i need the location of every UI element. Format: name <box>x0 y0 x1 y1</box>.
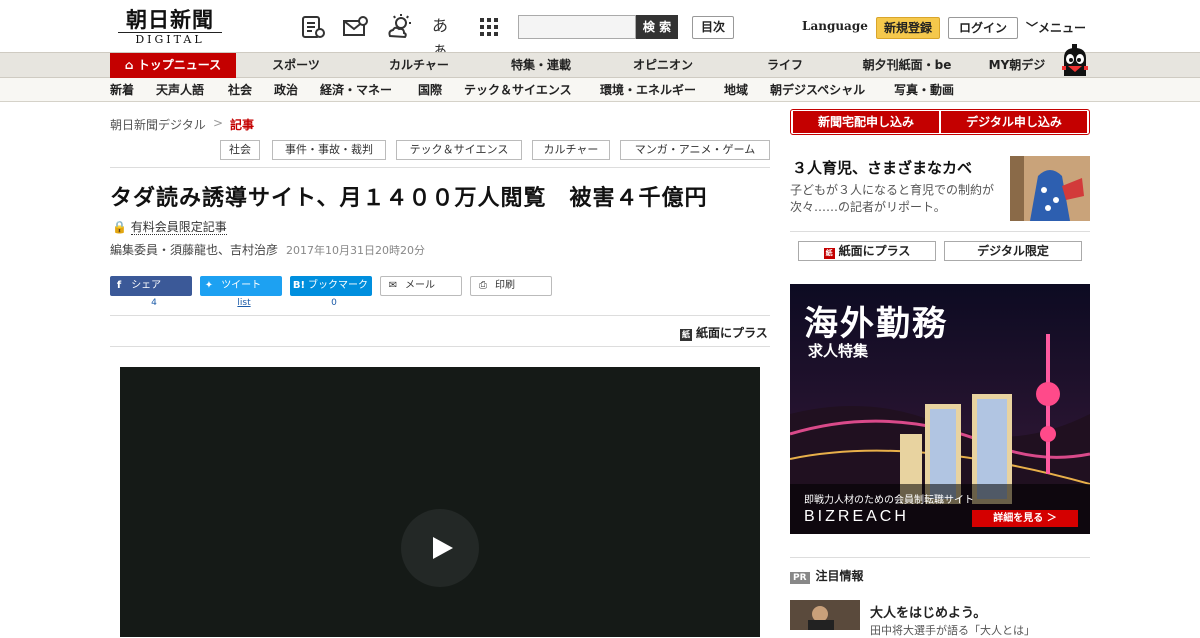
pr-subheadline: 田中将大選手が語る「大人とは」 <box>870 624 1035 637</box>
nav-opinion[interactable]: オピニオン <box>620 53 706 78</box>
newspaper-icon: 紙 <box>680 329 692 341</box>
subnav-politics[interactable]: 政治 <box>274 78 298 102</box>
tag-manga[interactable]: マンガ・アニメ・ゲーム <box>620 140 770 160</box>
newspaper-subscribe-button[interactable]: 新聞宅配申し込み <box>793 111 939 133</box>
authors: 編集委員・須藤龍也、吉村治彦 <box>110 243 279 257</box>
pr-section-title: PR 注目情報 <box>790 567 864 584</box>
language-link[interactable]: Language <box>802 19 868 33</box>
login-button[interactable]: ログイン <box>948 17 1018 39</box>
facebook-share-button[interactable]: f シェア <box>110 276 192 296</box>
divider <box>790 231 1090 232</box>
feature-image[interactable] <box>1010 156 1090 221</box>
main-nav: ⌂ トップニュース スポーツ カルチャー 特集・連載 オピニオン ライフ 朝夕刊… <box>0 52 1200 78</box>
register-button[interactable]: 新規登録 <box>876 17 940 39</box>
ad-tagline: 即戦力人材のための会員制転職サイト <box>804 495 974 506</box>
publish-date: 2017年10月31日20時20分 <box>286 244 425 257</box>
nav-my-asadigi[interactable]: MY朝デジ <box>982 53 1052 78</box>
contents-button[interactable]: 目次 <box>692 16 734 39</box>
divider <box>790 557 1090 558</box>
tag-society[interactable]: 社会 <box>220 140 260 160</box>
home-icon: ⌂ <box>124 58 138 72</box>
search-input[interactable] <box>518 15 636 39</box>
subnav-region[interactable]: 地域 <box>724 78 748 102</box>
feature-title[interactable]: ３人育児、さまざまなカベ <box>792 157 972 178</box>
hatena-bookmark-button[interactable]: B! ブックマーク <box>290 276 372 296</box>
asahi-logo[interactable]: 朝日新聞 DIGITAL <box>110 8 230 48</box>
print-plus-button[interactable]: 紙紙面にプラス <box>798 241 936 261</box>
video-player[interactable] <box>120 367 760 637</box>
digital-subscribe-button[interactable]: デジタル申し込み <box>941 111 1087 133</box>
subnav-economy[interactable]: 経済・マネー <box>320 78 392 102</box>
nav-top-news[interactable]: ⌂ トップニュース <box>110 53 236 78</box>
font-size-icon[interactable]: あぁ <box>432 14 458 59</box>
mail-small-icon: ✉ <box>388 280 398 291</box>
play-button[interactable] <box>401 509 479 587</box>
mascot-icon[interactable] <box>1058 44 1092 80</box>
tag-culture[interactable]: カルチャー <box>532 140 610 160</box>
divider <box>110 315 770 316</box>
divider <box>110 167 770 168</box>
ad-cta-button[interactable]: 詳細を見る ＞ <box>972 510 1078 527</box>
bizreach-ad[interactable]: 海外勤務 求人特集 即戦力人材のための会員制転職サイト BIZREACH 詳細を… <box>790 284 1090 534</box>
bizreach-logo: BIZREACH <box>804 508 909 525</box>
newspaper-icon: 紙 <box>823 248 835 259</box>
feature-description: 子どもが３人になると育児での制約が次々……の記者がリポート。 <box>790 183 995 214</box>
sub-nav: 新着 天声人語 社会 政治 経済・マネー 国際 テック＆サイエンス 環境・エネル… <box>0 78 1200 102</box>
play-icon <box>433 537 453 559</box>
chevron-down-icon: ﹀ <box>1026 21 1039 35</box>
subnav-tech[interactable]: テック＆サイエンス <box>464 78 572 102</box>
mail-button[interactable]: ✉ メール <box>380 276 462 296</box>
print-button[interactable]: ⎙ 印刷 <box>470 276 552 296</box>
members-only-label: 🔒 有料会員限定記事 <box>112 220 227 235</box>
subnav-tenseijingo[interactable]: 天声人語 <box>156 78 204 102</box>
menu-button[interactable]: ﹀メニュー <box>1026 19 1086 36</box>
printer-icon: ⎙ <box>479 280 487 291</box>
nav-life[interactable]: ライフ <box>750 53 820 78</box>
twitter-icon: ✦ <box>204 280 214 291</box>
lock-icon: 🔒 <box>112 220 127 234</box>
breadcrumb-current: 記事 <box>230 118 255 132</box>
subnav-special[interactable]: 朝デジスペシャル <box>770 78 865 102</box>
hatena-icon: B! <box>292 280 306 291</box>
grid-menu-icon[interactable] <box>476 14 502 40</box>
search-button[interactable]: 検 索 <box>636 15 678 39</box>
tag-incident[interactable]: 事件・事故・裁判 <box>272 140 386 160</box>
hatena-count: 0 <box>331 298 337 308</box>
breadcrumb-separator: > <box>213 116 224 130</box>
logo-jp: 朝日新聞 <box>126 7 214 32</box>
facebook-count: 4 <box>151 298 157 308</box>
nav-features[interactable]: 特集・連載 <box>498 53 584 78</box>
byline: 編集委員・須藤龍也、吉村治彦 2017年10月31日20時20分 <box>110 241 425 258</box>
twitter-list-link[interactable]: list <box>229 298 259 308</box>
pr-headline[interactable]: 大人をはじめよう。 <box>870 602 986 621</box>
article-title: タダ読み誘導サイト、月１４００万人閲覧 被害４千億円 <box>110 186 708 211</box>
nav-paper[interactable]: 朝夕刊紙面・be <box>852 53 962 78</box>
subnav-environment[interactable]: 環境・エネルギー <box>600 78 696 102</box>
ad-title: 海外勤務 <box>804 304 948 344</box>
nav-sports[interactable]: スポーツ <box>256 53 336 78</box>
logo-en: DIGITAL <box>118 32 222 46</box>
tweet-button[interactable]: ✦ ツイート <box>200 276 282 296</box>
facebook-icon: f <box>116 280 122 291</box>
divider <box>110 346 770 347</box>
news-list-icon[interactable] <box>300 14 326 40</box>
ad-subtitle: 求人特集 <box>808 342 869 360</box>
pr-badge: PR <box>790 572 810 584</box>
breadcrumb-home[interactable]: 朝日新聞デジタル <box>110 116 206 133</box>
tag-tech[interactable]: テック＆サイエンス <box>396 140 522 160</box>
digital-only-button[interactable]: デジタル限定 <box>944 241 1082 261</box>
subnav-society[interactable]: 社会 <box>228 78 252 102</box>
pr-thumbnail[interactable] <box>790 600 860 630</box>
subnav-photo-video[interactable]: 写真・動画 <box>894 78 954 102</box>
menu-label: メニュー <box>1038 21 1087 35</box>
print-plus-link[interactable]: 紙紙面にプラス <box>680 324 768 341</box>
weather-icon[interactable] <box>386 14 412 40</box>
nav-culture[interactable]: カルチャー <box>376 53 462 78</box>
top-header: 朝日新聞 DIGITAL あぁ 検 索 目次 Language 新規登録 ログイ… <box>0 0 1200 59</box>
mail-icon[interactable] <box>342 14 368 40</box>
subnav-latest[interactable]: 新着 <box>110 78 134 102</box>
subnav-international[interactable]: 国際 <box>418 78 442 102</box>
